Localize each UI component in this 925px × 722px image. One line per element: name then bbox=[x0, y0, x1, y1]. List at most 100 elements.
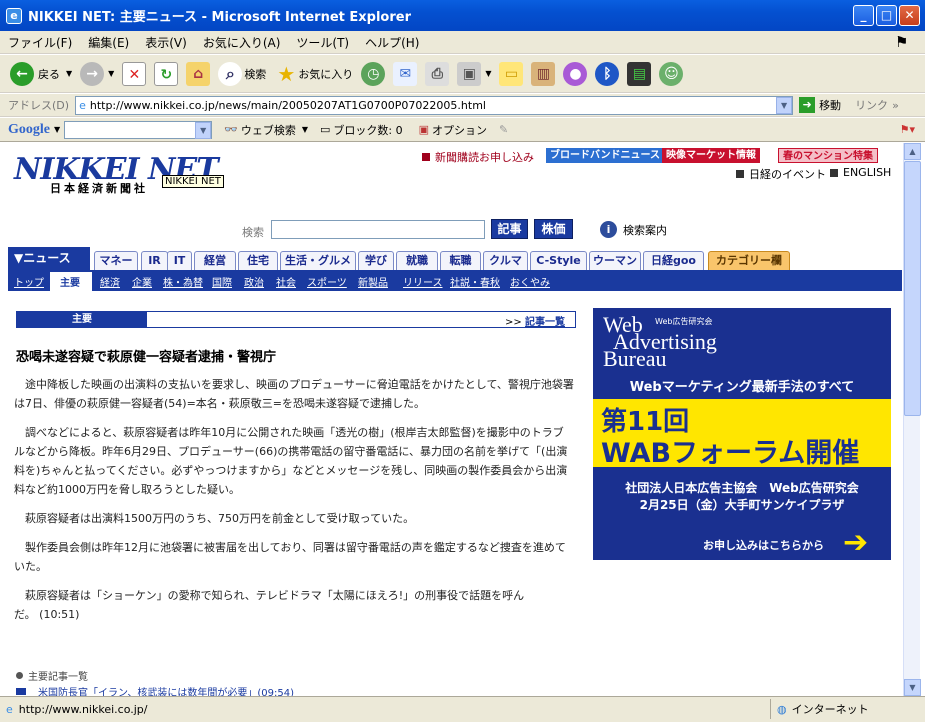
google-menu-icon[interactable]: ⚑▾ bbox=[900, 123, 915, 136]
subnav-society[interactable]: 社会 bbox=[276, 274, 296, 289]
tab-woman[interactable]: ウーマン bbox=[589, 251, 641, 270]
menu-view[interactable]: 表示(V) bbox=[145, 34, 187, 51]
history-button[interactable]: ◷ bbox=[361, 61, 386, 86]
square-bullet-icon bbox=[736, 170, 744, 178]
messenger-button[interactable]: ● bbox=[563, 61, 588, 86]
subscribe-link[interactable]: 新聞購読お申し込み bbox=[422, 149, 534, 165]
bluetooth-button[interactable]: ᛒ bbox=[595, 61, 620, 86]
tab-money[interactable]: マネー bbox=[94, 251, 138, 270]
search-help-link[interactable]: i 検索案内 bbox=[600, 221, 667, 238]
advertisement-banner[interactable]: Web Advertising Bureau Web広告研究会 Webマーケティ… bbox=[593, 308, 891, 560]
chevron-down-icon[interactable]: ▼ bbox=[195, 121, 212, 139]
site-search-input[interactable] bbox=[271, 220, 485, 239]
subnav-releases[interactable]: リリース bbox=[403, 274, 443, 289]
spring-mansion-button[interactable]: 春のマンション特集 bbox=[778, 148, 878, 163]
messenger-icon: ● bbox=[563, 61, 588, 86]
tab-c-style[interactable]: C-Style bbox=[530, 251, 587, 270]
chevron-down-icon: ▼ bbox=[108, 69, 115, 78]
refresh-button[interactable]: ↻ bbox=[154, 61, 179, 86]
links-label[interactable]: リンク bbox=[855, 97, 888, 113]
monitor-icon: ▤ bbox=[627, 61, 652, 86]
go-button[interactable]: ➜ 移動 bbox=[799, 97, 841, 113]
favorites-label: お気に入り bbox=[298, 67, 354, 81]
tab-nikkei-goo[interactable]: 日経goo bbox=[643, 251, 704, 270]
menu-edit[interactable]: 編集(E) bbox=[88, 34, 129, 51]
menu-help[interactable]: ヘルプ(H) bbox=[365, 34, 419, 51]
zone-label: インターネット bbox=[791, 703, 869, 716]
tab-job[interactable]: 就職 bbox=[396, 251, 438, 270]
article-search-button[interactable]: 記事 bbox=[491, 219, 528, 239]
ad-cta[interactable]: お申し込みはこちらから bbox=[703, 537, 824, 553]
tab-housing[interactable]: 住宅 bbox=[238, 251, 278, 270]
web-page: NIKKEI NET 日本経済新聞社 NIKKEI NET 新聞購読お申し込み … bbox=[0, 143, 903, 696]
google-logo[interactable]: Google bbox=[8, 122, 50, 138]
options-button[interactable]: オプション bbox=[432, 122, 487, 138]
english-link[interactable]: ENGLISH bbox=[830, 166, 891, 179]
subnav-obituaries[interactable]: おくやみ bbox=[510, 274, 550, 289]
research-button[interactable]: ▥ bbox=[531, 61, 556, 86]
tab-management[interactable]: 経営 bbox=[194, 251, 236, 270]
history-icon: ◷ bbox=[361, 61, 386, 86]
stop-button[interactable]: ✕ bbox=[122, 61, 147, 86]
related-article-link[interactable]: 米国防長官「イラン、核武装には数年間が必要」(09:54) bbox=[16, 684, 294, 696]
mail-button[interactable]: ✉ bbox=[393, 61, 418, 86]
subnav-editorial[interactable]: 社説・春秋 bbox=[450, 274, 500, 289]
address-dropdown-icon[interactable]: ▼ bbox=[776, 96, 793, 114]
subnav-top[interactable]: トップ bbox=[14, 274, 44, 289]
discuss-button[interactable]: ▭ bbox=[499, 61, 524, 86]
tab-life-gourmet[interactable]: 生活・グルメ bbox=[280, 251, 356, 270]
home-button[interactable]: ⌂ bbox=[186, 61, 211, 86]
subnav-stocks-forex[interactable]: 株・為替 bbox=[163, 274, 203, 289]
broadband-news-button[interactable]: ブロードバンドニュース bbox=[546, 148, 664, 163]
article-list-link[interactable]: >> 記事一覧 bbox=[505, 313, 565, 328]
contacts-button[interactable]: ☺ bbox=[659, 61, 684, 86]
tab-learning[interactable]: 学び bbox=[358, 251, 394, 270]
events-link[interactable]: 日経のイベント bbox=[736, 166, 826, 182]
web-search-button[interactable]: ウェブ検索 bbox=[241, 122, 296, 138]
menu-file[interactable]: ファイル(F) bbox=[8, 34, 72, 51]
status-url: http://www.nikkei.co.jp/ bbox=[18, 703, 148, 716]
status-zone: ◍ インターネット bbox=[770, 699, 869, 719]
subnav-new-products[interactable]: 新製品 bbox=[358, 274, 388, 289]
chevron-down-icon[interactable]: ▼ bbox=[54, 125, 60, 134]
pencil-icon[interactable]: ✎ bbox=[499, 123, 508, 136]
stock-search-button[interactable]: 株価 bbox=[534, 219, 573, 239]
ie-icon: e bbox=[6, 7, 22, 24]
back-button[interactable]: ← 戻る ▼ bbox=[10, 61, 72, 86]
article-body: 途中降板した映画の出演料の支払いを要求し、映画のプロデューサーに脅迫電話をかけた… bbox=[14, 375, 574, 634]
menu-favorites[interactable]: お気に入り(A) bbox=[203, 34, 281, 51]
scrollbar-thumb[interactable] bbox=[904, 161, 921, 416]
screen-button[interactable]: ▤ bbox=[627, 61, 652, 86]
favorites-button[interactable]: ★ お気に入り bbox=[274, 62, 353, 86]
subnav-economy[interactable]: 経済 bbox=[100, 274, 120, 289]
tab-category[interactable]: カテゴリー欄 bbox=[708, 251, 790, 270]
scroll-up-icon[interactable]: ▲ bbox=[904, 143, 921, 160]
subnav-main[interactable]: 主要 bbox=[60, 274, 80, 289]
tab-news[interactable]: ▼ニュース bbox=[8, 247, 90, 270]
minimize-button[interactable]: _ bbox=[853, 5, 874, 26]
maximize-button[interactable]: □ bbox=[876, 5, 897, 26]
google-search-input[interactable]: ▼ bbox=[64, 120, 213, 139]
tab-career-change[interactable]: 転職 bbox=[440, 251, 481, 270]
vertical-scrollbar[interactable]: ▲ ▼ bbox=[903, 143, 921, 696]
tab-it[interactable]: IT bbox=[167, 251, 192, 270]
menu-tools[interactable]: ツール(T) bbox=[296, 34, 349, 51]
subnav-international[interactable]: 国際 bbox=[212, 274, 232, 289]
tab-car[interactable]: クルマ bbox=[483, 251, 528, 270]
chevron-down-icon[interactable]: ▼ bbox=[302, 125, 308, 134]
subnav-sports[interactable]: スポーツ bbox=[307, 274, 347, 289]
edit-button[interactable]: ▣ ▼ bbox=[457, 61, 491, 86]
forward-button[interactable]: → ▼ bbox=[80, 61, 115, 86]
address-input[interactable]: e http://www.nikkei.co.jp/news/main/2005… bbox=[75, 95, 794, 115]
print-button[interactable]: ⎙ bbox=[425, 61, 450, 86]
subnav-politics[interactable]: 政治 bbox=[244, 274, 264, 289]
subnav-companies[interactable]: 企業 bbox=[132, 274, 152, 289]
scroll-down-icon[interactable]: ▼ bbox=[904, 679, 921, 696]
chevron-right-icon[interactable]: » bbox=[892, 99, 899, 112]
video-market-button[interactable]: 映像マーケット情報 bbox=[662, 148, 760, 163]
back-label: 戻る bbox=[38, 67, 60, 81]
close-button[interactable]: ✕ bbox=[899, 5, 920, 26]
tab-ir[interactable]: IR bbox=[141, 251, 168, 270]
popup-blocker-label[interactable]: ブロック数: 0 bbox=[333, 122, 402, 138]
search-button[interactable]: ⌕ 検索 bbox=[218, 61, 266, 86]
